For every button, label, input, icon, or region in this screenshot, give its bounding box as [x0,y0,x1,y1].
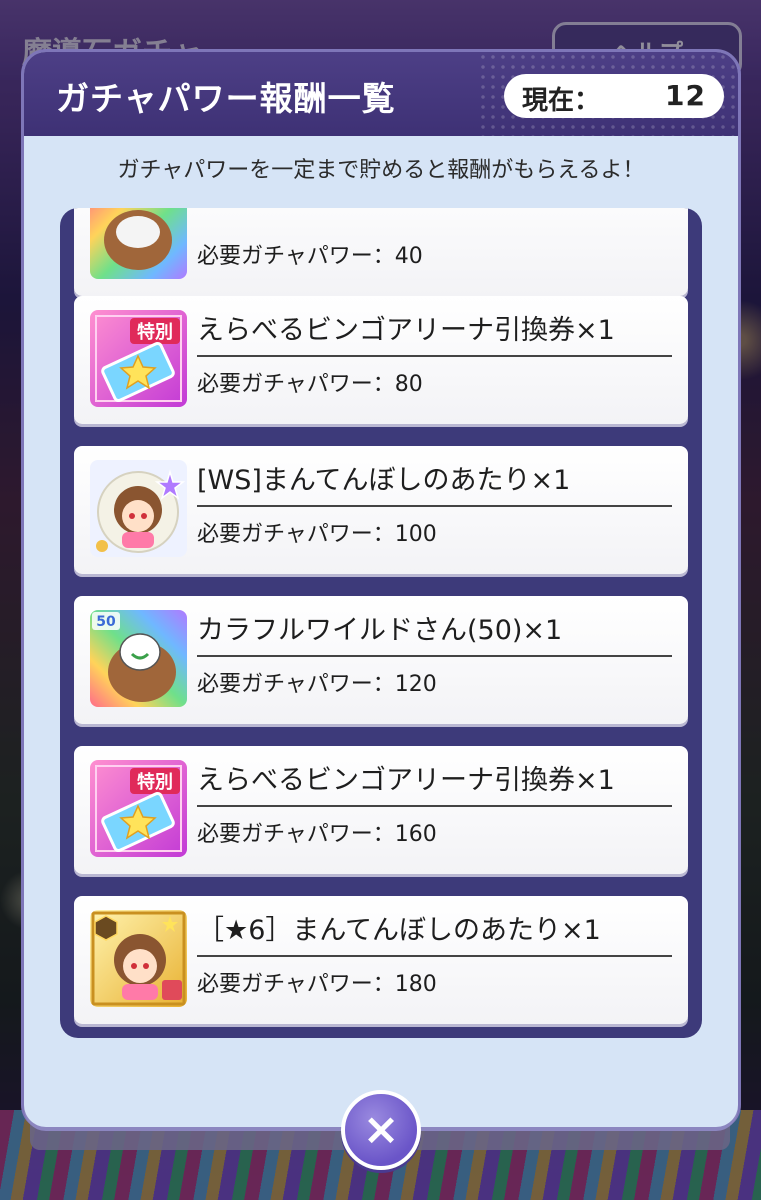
colorful-wild-icon: 50 [90,610,187,707]
current-power-box: 現在： 12 [504,74,724,118]
current-power-label: 現在： [522,86,601,116]
reward-name: カラフルワイルドさん(50)×1 [197,608,672,657]
reward-card: 50 カラフルワイルドさん(50)×1 必要ガチャパワー：120 [74,596,688,724]
character-ws-icon [90,460,187,557]
reward-list[interactable]: 必要ガチャパワー：40 特別 えらべるビンゴアリーナ引換券×1 必要ガチャパワー… [60,208,702,1038]
reward-requirement: 必要ガチャパワー：120 [197,672,437,697]
special-badge-text: 特別 [137,771,173,793]
reward-name: ［★6］まんてんぼしのあたり×1 [197,908,672,957]
reward-name: [WS]まんてんぼしのあたり×1 [197,458,672,507]
gacha-power-reward-modal: ガチャパワー報酬一覧 現在： 12 ガチャパワーを一定まで貯めると報酬がもらえる… [24,52,738,1127]
reward-card: 特別 えらべるビンゴアリーナ引換券×1 必要ガチャパワー：80 [74,296,688,424]
colorful-wild-icon [90,208,187,279]
reward-card: 必要ガチャパワー：40 [74,208,688,296]
reward-requirement: 必要ガチャパワー：80 [197,372,423,397]
quantity-badge-text: 50 [96,614,116,630]
reward-name: えらべるビンゴアリーナ引換券×1 [197,758,672,807]
reward-card: 特別 えらべるビンゴアリーナ引換券×1 必要ガチャパワー：160 [74,746,688,874]
close-button[interactable]: × [341,1090,421,1170]
reward-card: ［★6］まんてんぼしのあたり×1 必要ガチャパワー：180 [74,896,688,1024]
close-icon: × [362,1104,400,1155]
reward-card: [WS]まんてんぼしのあたり×1 必要ガチャパワー：100 [74,446,688,574]
reward-requirement: 必要ガチャパワー：160 [197,822,437,847]
special-badge-text: 特別 [137,321,173,343]
reward-name: えらべるビンゴアリーナ引換券×1 [197,308,672,357]
reward-requirement: 必要ガチャパワー：100 [197,522,437,547]
reward-requirement: 必要ガチャパワー：180 [197,972,437,997]
ticket-icon: 特別 [90,760,187,857]
modal-title: ガチャパワー報酬一覧 [56,79,396,118]
current-power-value: 12 [665,79,706,112]
modal-subtitle: ガチャパワーを一定まで貯めると報酬がもらえるよ！ [117,158,645,183]
character-star6-icon [90,910,187,1007]
reward-requirement: 必要ガチャパワー：40 [197,244,423,269]
ticket-icon: 特別 [90,310,187,407]
